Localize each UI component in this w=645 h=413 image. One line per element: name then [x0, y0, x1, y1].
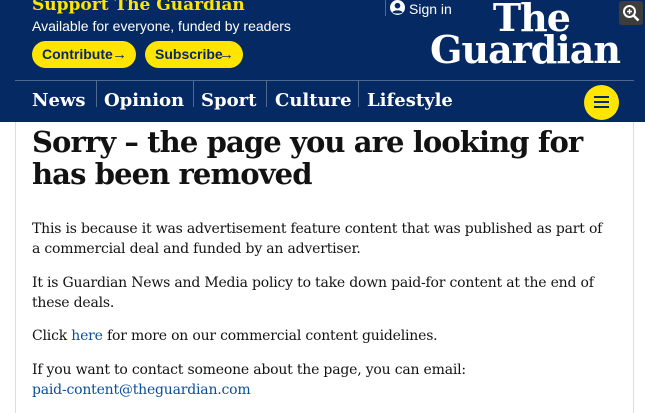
menu-icon	[594, 101, 609, 103]
signin-divider	[385, 0, 386, 16]
nav-item-culture[interactable]: Culture	[275, 81, 352, 122]
nav-separator	[266, 81, 267, 107]
zoom-button[interactable]	[619, 1, 643, 25]
logo-line-2: Guardian	[430, 27, 621, 72]
contact-paragraph: If you want to contact someone about the…	[32, 360, 612, 400]
nav-item-sport[interactable]: Sport	[201, 81, 256, 122]
arrow-right-icon: →	[219, 46, 234, 63]
zoom-icon	[623, 5, 640, 22]
guidelines-link[interactable]: here	[71, 328, 103, 344]
content-border-left	[15, 122, 16, 413]
subscribe-label: Subscribe	[155, 46, 223, 62]
guardian-logo[interactable]: The Guardian	[430, 0, 621, 72]
explanation-paragraph: This is because it was advertisement fea…	[32, 221, 603, 257]
contribute-label: Contribute	[42, 46, 113, 62]
guidelines-paragraph: Click here for more on our commercial co…	[32, 326, 612, 346]
subscribe-button[interactable]: Subscribe →	[145, 41, 243, 68]
main-nav: News Opinion Sport Culture Lifestyle	[15, 81, 634, 122]
site-header: Support The Guardian Available for every…	[0, 0, 645, 122]
nav-item-lifestyle[interactable]: Lifestyle	[367, 81, 453, 122]
menu-icon	[594, 96, 609, 98]
nav-separator	[193, 81, 194, 107]
contribute-button[interactable]: Contribute →	[32, 41, 136, 68]
support-subtitle: Available for everyone, funded by reader…	[32, 18, 291, 34]
arrow-right-icon: →	[112, 46, 127, 63]
support-title: Support The Guardian	[32, 0, 245, 15]
menu-button[interactable]	[584, 85, 619, 120]
nav-item-news[interactable]: News	[32, 81, 86, 122]
page-headline: Sorry – the page you are looking for has…	[32, 125, 583, 191]
user-icon	[390, 0, 405, 15]
menu-icon	[594, 106, 609, 108]
content-border-right	[633, 122, 634, 413]
contact-text: If you want to contact someone about the…	[32, 362, 466, 378]
policy-paragraph: It is Guardian News and Media policy to …	[32, 275, 594, 311]
nav-separator	[96, 81, 97, 107]
guidelines-suffix: for more on our commercial content guide…	[102, 328, 438, 344]
email-link[interactable]: paid-content@theguardian.com	[32, 382, 251, 398]
nav-separator	[358, 81, 359, 107]
guidelines-prefix: Click	[32, 328, 72, 344]
nav-item-opinion[interactable]: Opinion	[104, 81, 184, 122]
